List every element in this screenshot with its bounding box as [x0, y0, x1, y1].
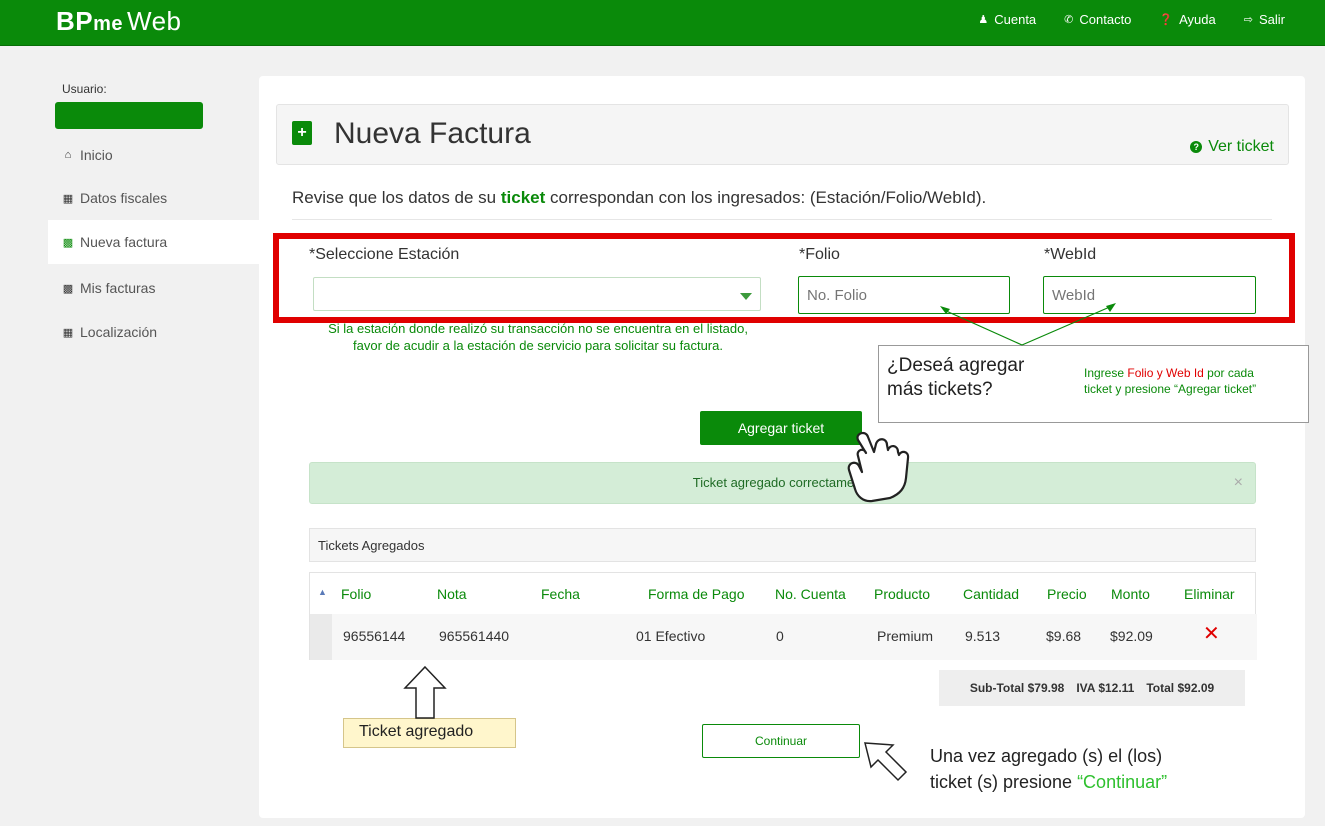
annotation-overlay — [403, 303, 1116, 782]
arrow-head — [1106, 303, 1116, 312]
up-arrow-icon — [403, 665, 447, 719]
hand-cursor-icon — [847, 431, 910, 503]
callout-arrow-webid — [1021, 305, 1113, 346]
callout-arrow-folio — [943, 309, 1023, 346]
pointer-arrow-icon — [864, 742, 908, 782]
arrow-head — [940, 306, 950, 314]
